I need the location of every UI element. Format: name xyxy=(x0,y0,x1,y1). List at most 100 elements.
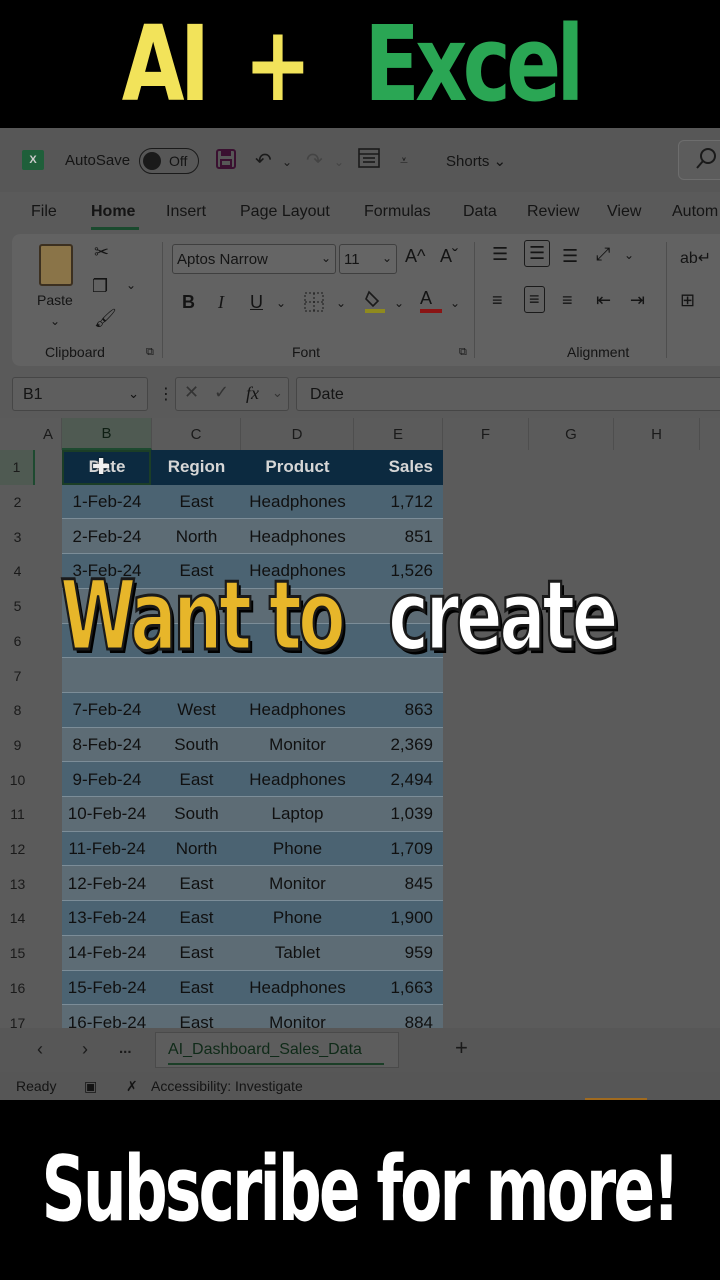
align-left-icon[interactable]: ≡ xyxy=(492,290,503,311)
cancel-icon[interactable]: ✕ xyxy=(184,382,199,403)
table-cell[interactable]: 2,369 xyxy=(354,727,443,763)
tab-insert[interactable]: Insert xyxy=(166,203,206,221)
row-header[interactable]: 16 xyxy=(0,971,35,1006)
align-middle-icon[interactable]: ☰ xyxy=(524,240,551,267)
table-cell[interactable]: Laptop xyxy=(241,797,354,832)
row-header[interactable]: 5 xyxy=(0,589,35,624)
table-cell[interactable]: East xyxy=(152,762,241,797)
macro-record-icon[interactable]: ▣ xyxy=(84,1078,97,1095)
clipboard-launcher-icon[interactable]: ⧉ xyxy=(146,346,154,359)
table-cell[interactable]: Phone xyxy=(241,901,354,936)
table-cell[interactable]: East xyxy=(152,970,241,1006)
undo-dropdown-icon[interactable]: ⌄ xyxy=(282,155,292,169)
form-icon[interactable] xyxy=(358,148,380,174)
table-cell[interactable]: 959 xyxy=(354,935,443,971)
redo-icon[interactable]: ↷ xyxy=(306,148,323,173)
format-painter-icon[interactable]: 🖌 xyxy=(94,308,117,329)
table-cell[interactable]: 13-Feb-24 xyxy=(62,901,152,936)
table-cell[interactable]: Headphones xyxy=(241,484,354,520)
table-cell[interactable]: 2,494 xyxy=(354,762,443,797)
enter-icon[interactable]: ✓ xyxy=(214,382,229,403)
row-header[interactable]: 9 xyxy=(0,728,35,763)
row-header[interactable]: 14 xyxy=(0,901,35,936)
table-cell[interactable]: 1,900 xyxy=(354,901,443,936)
autosave-toggle[interactable]: Off xyxy=(139,148,199,174)
more-sheets-icon[interactable]: ... xyxy=(119,1040,132,1057)
table-cell[interactable]: North xyxy=(152,831,241,867)
table-cell[interactable]: South xyxy=(152,727,241,763)
table-cell[interactable]: 10-Feb-24 xyxy=(62,797,152,832)
column-header[interactable]: B xyxy=(62,418,152,450)
table-cell[interactable]: Headphones xyxy=(241,970,354,1006)
column-header[interactable]: D xyxy=(241,418,354,450)
column-header[interactable]: H xyxy=(614,418,700,450)
table-cell[interactable]: 1,709 xyxy=(354,831,443,867)
table-cell[interactable]: East xyxy=(152,935,241,971)
paste-dropdown-icon[interactable]: ⌄ xyxy=(50,314,60,328)
column-header[interactable]: G xyxy=(529,418,614,450)
table-cell[interactable]: 851 xyxy=(354,519,443,555)
table-cell[interactable]: 8-Feb-24 xyxy=(62,727,152,763)
italic-button[interactable]: I xyxy=(218,292,224,313)
table-cell[interactable]: 11-Feb-24 xyxy=(62,831,152,867)
previous-sheet-icon[interactable]: ‹ xyxy=(37,1039,43,1060)
table-cell[interactable]: North xyxy=(152,519,241,555)
more-options-icon[interactable]: ⋮ xyxy=(158,384,174,404)
column-header[interactable]: A xyxy=(35,418,62,450)
row-header[interactable]: 2 xyxy=(0,485,35,520)
underline-dropdown-icon[interactable]: ⌄ xyxy=(276,296,286,310)
row-header[interactable]: 7 xyxy=(0,658,35,693)
table-cell[interactable]: West xyxy=(152,692,241,728)
orientation-icon[interactable]: ⤢ xyxy=(596,244,610,265)
column-header[interactable]: F xyxy=(443,418,529,450)
insert-function-button[interactable]: fx xyxy=(246,383,259,404)
tab-review[interactable]: Review xyxy=(527,203,579,221)
underline-button[interactable]: U xyxy=(250,292,263,313)
table-cell[interactable]: East xyxy=(152,901,241,936)
align-top-icon[interactable]: ☰ xyxy=(492,244,508,265)
tab-formulas[interactable]: Formulas xyxy=(364,203,431,221)
table-cell[interactable]: 884 xyxy=(354,1005,443,1028)
table-cell[interactable]: 1,039 xyxy=(354,797,443,832)
table-cell[interactable]: 863 xyxy=(354,692,443,728)
copy-icon[interactable]: ❐ xyxy=(92,276,108,297)
borders-dropdown-icon[interactable]: ⌄ xyxy=(336,296,346,310)
table-cell[interactable]: Phone xyxy=(241,831,354,867)
borders-icon[interactable] xyxy=(304,292,324,317)
tab-page-layout[interactable]: Page Layout xyxy=(240,203,330,221)
table-cell[interactable]: 16-Feb-24 xyxy=(62,1005,152,1028)
column-header[interactable]: C xyxy=(152,418,241,450)
table-cell[interactable]: East xyxy=(152,866,241,902)
name-box[interactable]: B1 ⌄ xyxy=(12,377,148,411)
formula-input[interactable]: Date xyxy=(296,377,720,411)
sheet-tab-active[interactable]: AI_Dashboard_Sales_Data xyxy=(155,1032,399,1068)
font-size-select[interactable]: 11 ⌄ xyxy=(339,244,397,274)
increase-font-icon[interactable]: A^ xyxy=(405,246,425,267)
align-bottom-icon[interactable]: ☰ xyxy=(562,246,578,267)
merge-center-icon[interactable]: ⊞ xyxy=(680,290,695,311)
table-cell[interactable]: 7-Feb-24 xyxy=(62,692,152,728)
row-header[interactable]: 10 xyxy=(0,762,35,797)
row-header[interactable]: 17 xyxy=(0,1005,35,1028)
worksheet-grid[interactable]: A B C D E F G H 1 Date Region Product Sales 2… xyxy=(0,418,720,1028)
font-name-select[interactable]: Aptos Narrow ⌄ xyxy=(172,244,336,274)
row-header[interactable]: 4 xyxy=(0,554,35,589)
tab-data[interactable]: Data xyxy=(463,203,497,221)
table-cell[interactable]: Monitor xyxy=(241,1005,354,1028)
table-cell[interactable]: 1,663 xyxy=(354,970,443,1006)
row-header[interactable]: 6 xyxy=(0,624,35,659)
tab-view[interactable]: View xyxy=(607,203,641,221)
cut-icon[interactable]: ✂ xyxy=(94,242,109,263)
row-header[interactable]: 1 xyxy=(0,450,35,485)
paste-icon[interactable] xyxy=(39,244,73,286)
table-cell[interactable]: Headphones xyxy=(241,762,354,797)
decrease-font-icon[interactable]: Aˇ xyxy=(440,246,458,267)
table-cell[interactable]: 15-Feb-24 xyxy=(62,970,152,1006)
table-header-cell[interactable]: Region xyxy=(152,450,241,485)
paste-button[interactable]: Paste xyxy=(37,292,73,308)
row-header[interactable]: 11 xyxy=(0,797,35,832)
font-color-button[interactable]: A xyxy=(420,288,442,313)
tab-automate[interactable]: Autom xyxy=(672,203,718,221)
table-cell[interactable]: 9-Feb-24 xyxy=(62,762,152,797)
select-all-corner[interactable] xyxy=(0,418,35,450)
